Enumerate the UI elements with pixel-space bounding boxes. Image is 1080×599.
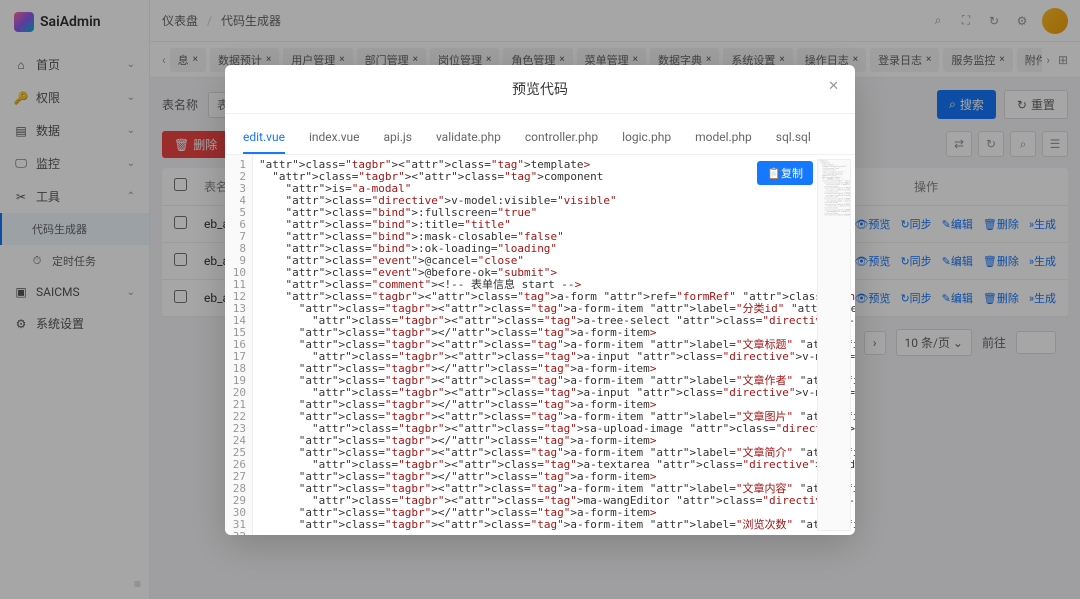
modal-title: 预览代码 — [512, 82, 568, 98]
file-tab[interactable]: api.js — [384, 122, 412, 154]
line-gutter: 1234567891011121314151617181920212223242… — [225, 155, 253, 535]
file-tab[interactable]: logic.php — [622, 122, 671, 154]
modal-mask[interactable]: 预览代码 ✕ edit.vue index.vue api.js validate.p… — [0, 0, 1080, 599]
preview-modal: 预览代码 ✕ edit.vue index.vue api.js validate.p… — [225, 65, 855, 535]
file-tab[interactable]: index.vue — [309, 122, 360, 154]
file-tab[interactable]: controller.php — [525, 122, 598, 154]
file-tab[interactable]: sql.sql — [776, 122, 811, 154]
file-tab[interactable]: edit.vue — [243, 122, 285, 154]
code-editor[interactable]: 1234567891011121314151617181920212223242… — [225, 155, 855, 535]
modal-title-bar: 预览代码 ✕ — [225, 65, 855, 114]
file-tab[interactable]: model.php — [695, 122, 752, 154]
code-content[interactable]: "attr">class="tagbr"><"attr">class="tag"… — [253, 155, 855, 535]
close-icon[interactable]: ✕ — [828, 79, 839, 94]
minimap[interactable]: <template> <component is="a-modal" v-mod… — [817, 159, 851, 531]
modal-tabs: edit.vue index.vue api.js validate.php contr… — [225, 114, 855, 155]
copy-button[interactable]: 📋复制 — [757, 161, 813, 185]
file-tab[interactable]: validate.php — [436, 122, 501, 154]
